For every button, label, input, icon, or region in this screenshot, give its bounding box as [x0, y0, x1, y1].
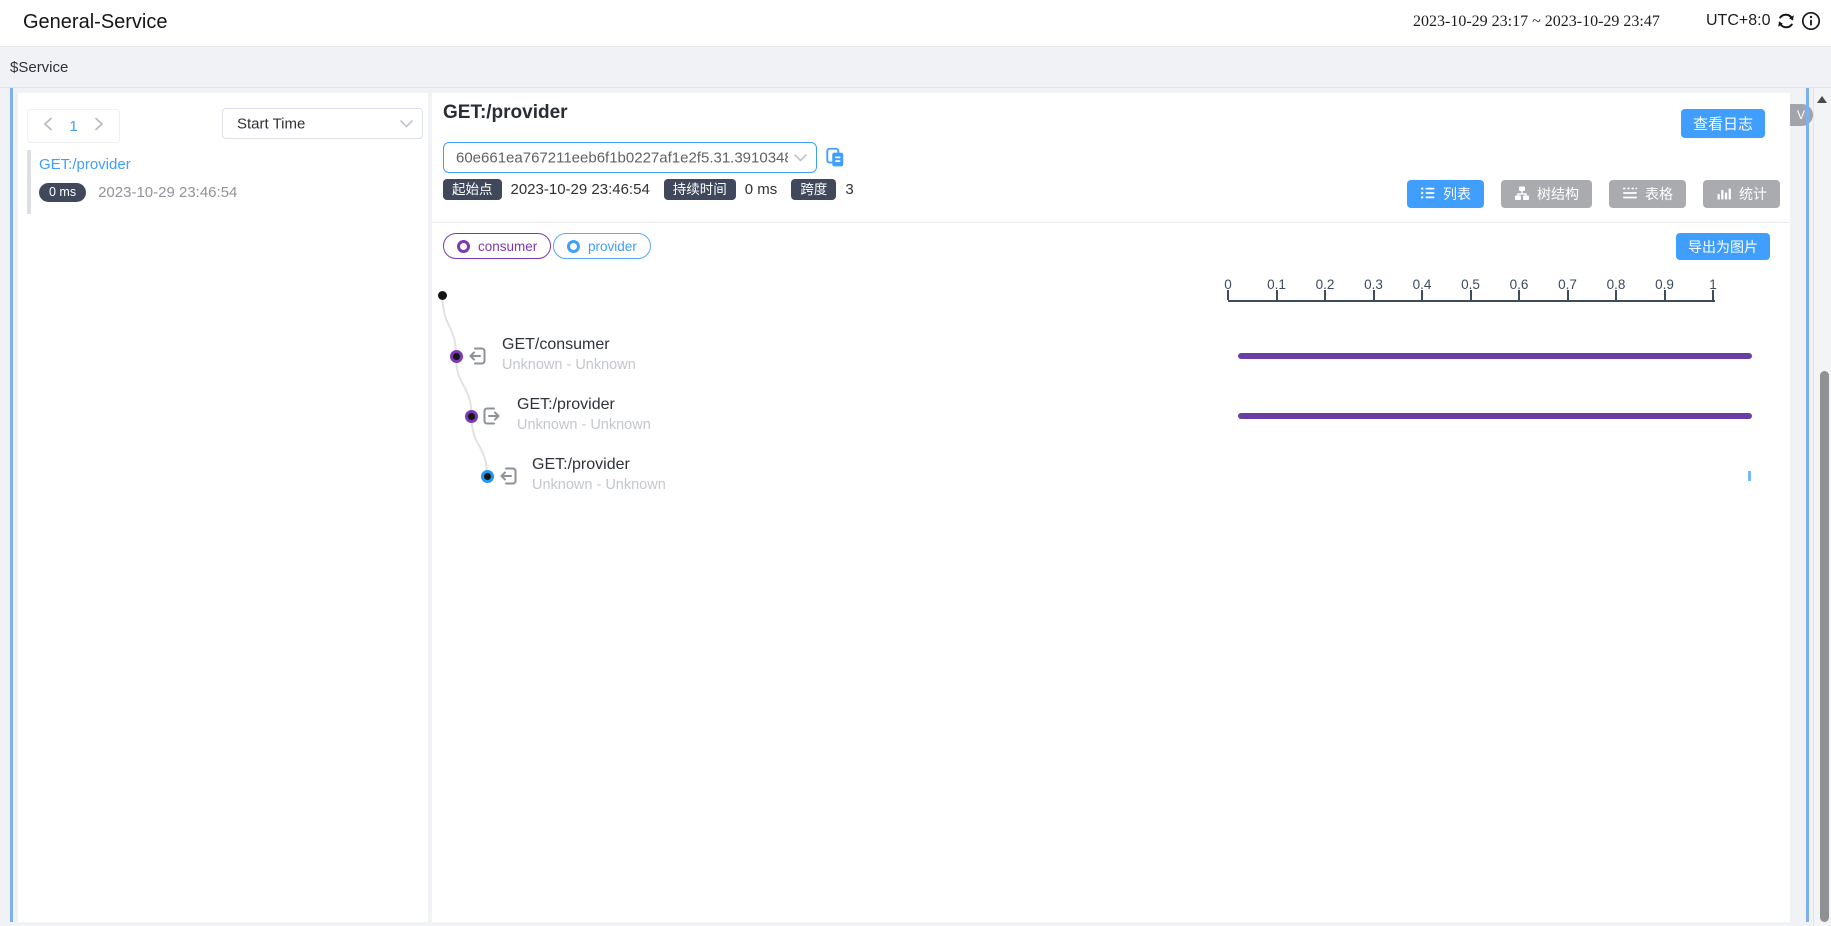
list-icon: [1420, 185, 1436, 204]
page-number[interactable]: 1: [69, 118, 77, 135]
entry-arrow-icon: [497, 465, 519, 487]
view-mode-label: 列表: [1443, 184, 1471, 204]
left-edge-line: [10, 88, 13, 922]
span-name[interactable]: GET:/provider: [517, 396, 615, 414]
view-mode-list[interactable]: 列表: [1407, 180, 1484, 208]
chevron-down-icon: [794, 149, 807, 167]
toggle-label: V: [1797, 108, 1805, 122]
trace-list-item[interactable]: GET:/provider 0 ms 2023-10-29 23:46:54: [27, 150, 423, 214]
span-name[interactable]: GET/consumer: [502, 336, 610, 354]
top-bar: General-Service 2023-10-29 23:17 ~ 2023-…: [0, 0, 1831, 47]
span-bar[interactable]: [1238, 353, 1752, 359]
tree-links: [432, 283, 562, 483]
page-title: General-Service: [23, 11, 168, 34]
bar-chart-icon: [1716, 185, 1732, 204]
tree-icon: [1514, 185, 1530, 204]
trace-list-panel: 1 Start Time GET:/provider 0 ms 2023-10-…: [18, 93, 428, 922]
view-mode-label: 树结构: [1537, 184, 1579, 204]
timeline-axis: [1228, 300, 1715, 302]
axis-tick-label: 0.3: [1354, 277, 1394, 292]
legend-provider[interactable]: provider: [553, 233, 651, 259]
axis-tick-label: 0.8: [1596, 277, 1636, 292]
legend-label: provider: [588, 239, 637, 254]
consumer-ring-icon: [457, 240, 470, 253]
meta-value: 2023-10-29 23:46:54: [511, 181, 650, 198]
refresh-icon[interactable]: [1776, 11, 1796, 31]
chevron-down-icon: [400, 115, 413, 133]
view-mode-table[interactable]: 表格: [1609, 180, 1686, 208]
right-edge-line: [1806, 88, 1809, 922]
axis-tick-label: 0.5: [1451, 277, 1491, 292]
next-page-button[interactable]: [94, 117, 104, 136]
meta-label: 跨度: [791, 179, 836, 200]
duration-badge: 0 ms: [39, 183, 86, 202]
view-mode-label: 表格: [1645, 184, 1673, 204]
meta-value: 0 ms: [745, 181, 778, 198]
span-dot: [465, 410, 478, 423]
sort-select[interactable]: Start Time: [222, 108, 423, 139]
trace-detail-panel: GET:/provider 查看日志 60e661ea767211eeb6f1b…: [432, 93, 1790, 922]
view-logs-button[interactable]: 查看日志: [1681, 109, 1765, 138]
info-icon[interactable]: [1801, 11, 1821, 31]
trace-meta-row: 起始点 2023-10-29 23:46:54 持续时间 0 ms 跨度 3: [443, 179, 854, 200]
span-bar[interactable]: [1238, 413, 1752, 419]
axis-tick-label: 0: [1208, 277, 1248, 292]
entry-arrow-icon: [466, 345, 488, 367]
meta-start-point: 起始点 2023-10-29 23:46:54: [443, 179, 650, 200]
scroll-up-arrow-icon[interactable]: [1817, 96, 1827, 103]
view-mode-statistics[interactable]: 统计: [1703, 180, 1780, 208]
export-image-button[interactable]: 导出为图片: [1676, 233, 1770, 260]
prev-page-button[interactable]: [43, 117, 53, 136]
page: General-Service 2023-10-29 23:17 ~ 2023-…: [0, 0, 1831, 926]
meta-duration: 持续时间 0 ms: [664, 179, 778, 200]
scrollbar-thumb[interactable]: [1820, 371, 1829, 922]
meta-span-count: 跨度 3: [791, 179, 853, 200]
span-dot: [450, 350, 463, 363]
filter-bar: $Service provider V: [0, 47, 1831, 88]
span-dot: [481, 470, 494, 483]
table-icon: [1622, 185, 1638, 204]
view-mode-buttons: 列表 树结构: [1407, 180, 1780, 208]
meta-label: 持续时间: [664, 179, 736, 200]
axis-tick-label: 0.6: [1499, 277, 1539, 292]
span-detail: Unknown - Unknown: [517, 417, 651, 433]
copy-icon[interactable]: [824, 146, 846, 168]
trace-id-value: 60e661ea767211eeb6f1b0227af1e2f5.31.3910…: [456, 149, 788, 166]
axis-tick-label: 0.1: [1257, 277, 1297, 292]
trace-id-select[interactable]: 60e661ea767211eeb6f1b0227af1e2f5.31.3910…: [443, 142, 817, 173]
provider-ring-icon: [567, 240, 580, 253]
service-label: $Service: [10, 59, 68, 76]
trace-start-time: 2023-10-29 23:46:54: [98, 184, 237, 201]
view-mode-tree[interactable]: 树结构: [1501, 180, 1592, 208]
axis-tick-label: 0.4: [1402, 277, 1442, 292]
detail-endpoint-title: GET:/provider: [443, 102, 568, 124]
exit-arrow-icon: [481, 405, 503, 427]
time-range: 2023-10-29 23:17 ~ 2023-10-29 23:47: [1413, 13, 1660, 31]
meta-value: 3: [845, 181, 853, 198]
view-mode-label: 统计: [1739, 184, 1767, 204]
axis-tick-label: 0.7: [1548, 277, 1588, 292]
sort-select-value: Start Time: [237, 115, 305, 132]
axis-tick-label: 0.9: [1645, 277, 1685, 292]
span-detail: Unknown - Unknown: [532, 477, 666, 493]
pagination: 1: [27, 109, 120, 143]
span-detail: Unknown - Unknown: [502, 357, 636, 373]
legend-consumer[interactable]: consumer: [443, 233, 551, 259]
axis-tick-label: 1: [1693, 277, 1733, 292]
span-name[interactable]: GET:/provider: [532, 456, 630, 474]
trace-item-meta: 0 ms 2023-10-29 23:46:54: [39, 183, 423, 202]
root-node-dot: [438, 291, 447, 300]
meta-label: 起始点: [443, 179, 502, 200]
span-bar[interactable]: [1748, 471, 1751, 481]
legend-label: consumer: [478, 239, 537, 254]
axis-tick-label: 0.2: [1305, 277, 1345, 292]
timezone-label: UTC+8:0: [1706, 12, 1770, 30]
section-divider: [432, 222, 1790, 223]
trace-item-endpoint[interactable]: GET:/provider: [39, 156, 423, 173]
